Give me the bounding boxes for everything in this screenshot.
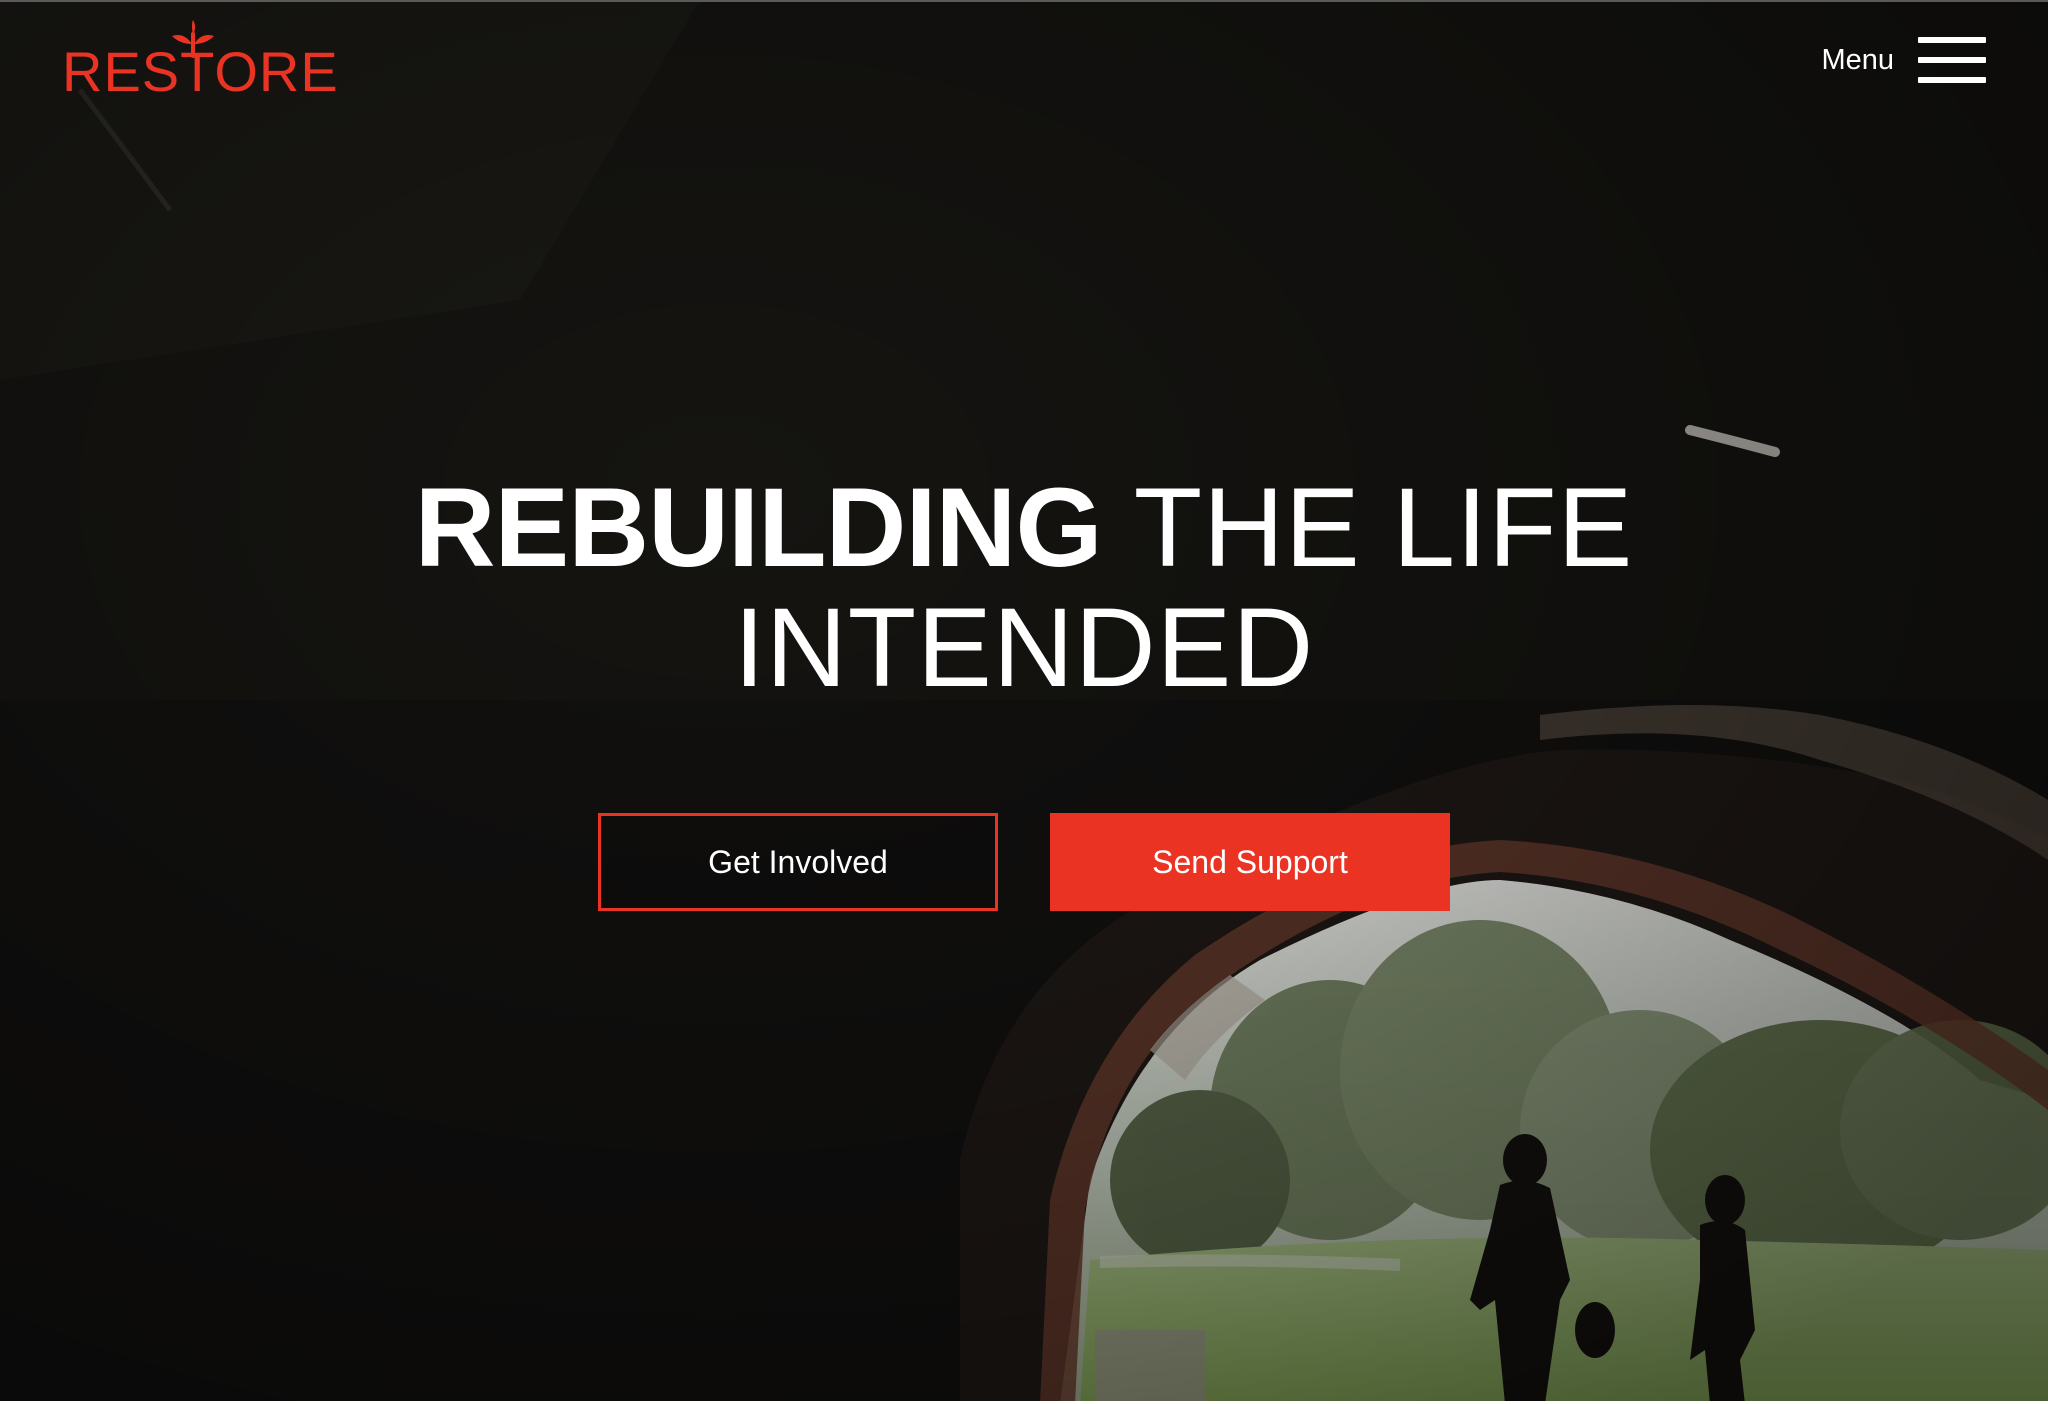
headline-light-1: THE LIFE [1133, 465, 1634, 590]
hamburger-menu-icon [1918, 34, 1986, 86]
hero-section: RESTORE Menu REBUILDING THE LIFE INTENDE… [0, 0, 2048, 1404]
menu-toggle[interactable]: Menu [1821, 32, 1986, 88]
send-support-button[interactable]: Send Support [1050, 813, 1450, 911]
hero-headline: REBUILDING THE LIFE INTENDED [0, 468, 2048, 708]
top-border [0, 0, 2048, 2]
get-involved-button[interactable]: Get Involved [598, 813, 998, 911]
menu-label: Menu [1821, 43, 1894, 76]
restore-logo[interactable]: RESTORE [62, 20, 338, 100]
headline-light-2: INTENDED [733, 585, 1315, 710]
logo-wordmark: RESTORE [62, 40, 339, 103]
headline-bold: REBUILDING [414, 465, 1103, 590]
